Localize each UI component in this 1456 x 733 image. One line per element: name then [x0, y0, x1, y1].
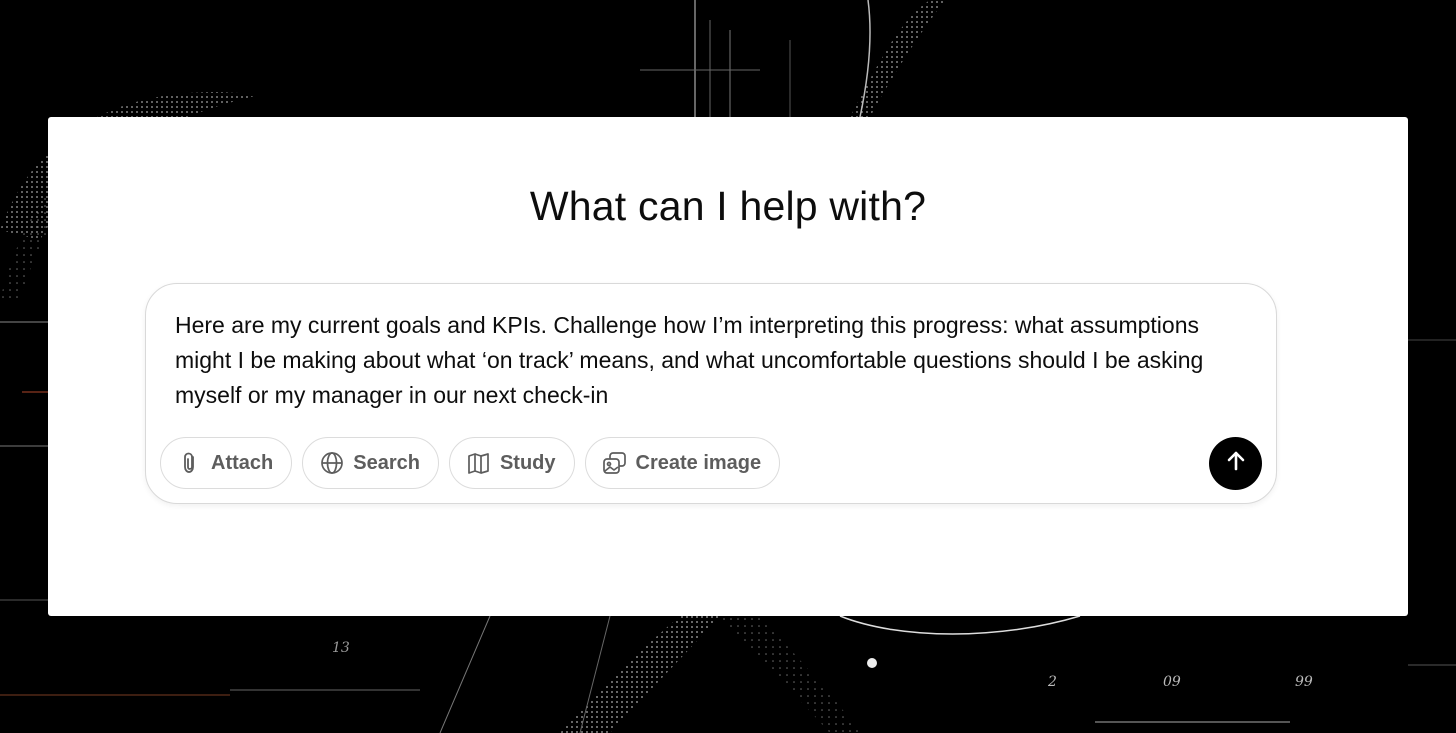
search-label: Search — [353, 451, 420, 474]
page-title: What can I help with? — [529, 183, 927, 229]
attach-button[interactable]: Attach — [160, 437, 293, 489]
app-stage: 2 09 99 13 What can I help with? Here ar… — [0, 0, 1456, 733]
composer[interactable]: Here are my current goals and KPIs. Chal… — [145, 283, 1277, 504]
attach-label: Attach — [211, 451, 274, 474]
prompt-input[interactable]: Here are my current goals and KPIs. Chal… — [175, 308, 1255, 413]
image-icon — [602, 450, 628, 476]
study-label: Study — [499, 451, 556, 474]
study-button[interactable]: Study — [448, 437, 575, 489]
bg-numeral: 99 — [1295, 674, 1313, 690]
create-image-button[interactable]: Create image — [584, 437, 781, 489]
bg-numeral: 13 — [332, 640, 350, 656]
create-image-label: Create image — [635, 451, 762, 474]
arrow-up-icon — [1224, 449, 1248, 478]
send-button[interactable] — [1209, 437, 1262, 490]
search-button[interactable]: Search — [302, 437, 439, 489]
bg-numeral: 2 — [1047, 674, 1057, 690]
paperclip-icon — [177, 450, 203, 476]
globe-icon — [319, 450, 345, 476]
book-icon — [466, 450, 492, 476]
composer-toolbar: Attach Search Study Create image — [160, 437, 781, 489]
bg-numeral: 09 — [1163, 674, 1181, 690]
prompt-card: What can I help with? Here are my curren… — [48, 117, 1408, 616]
